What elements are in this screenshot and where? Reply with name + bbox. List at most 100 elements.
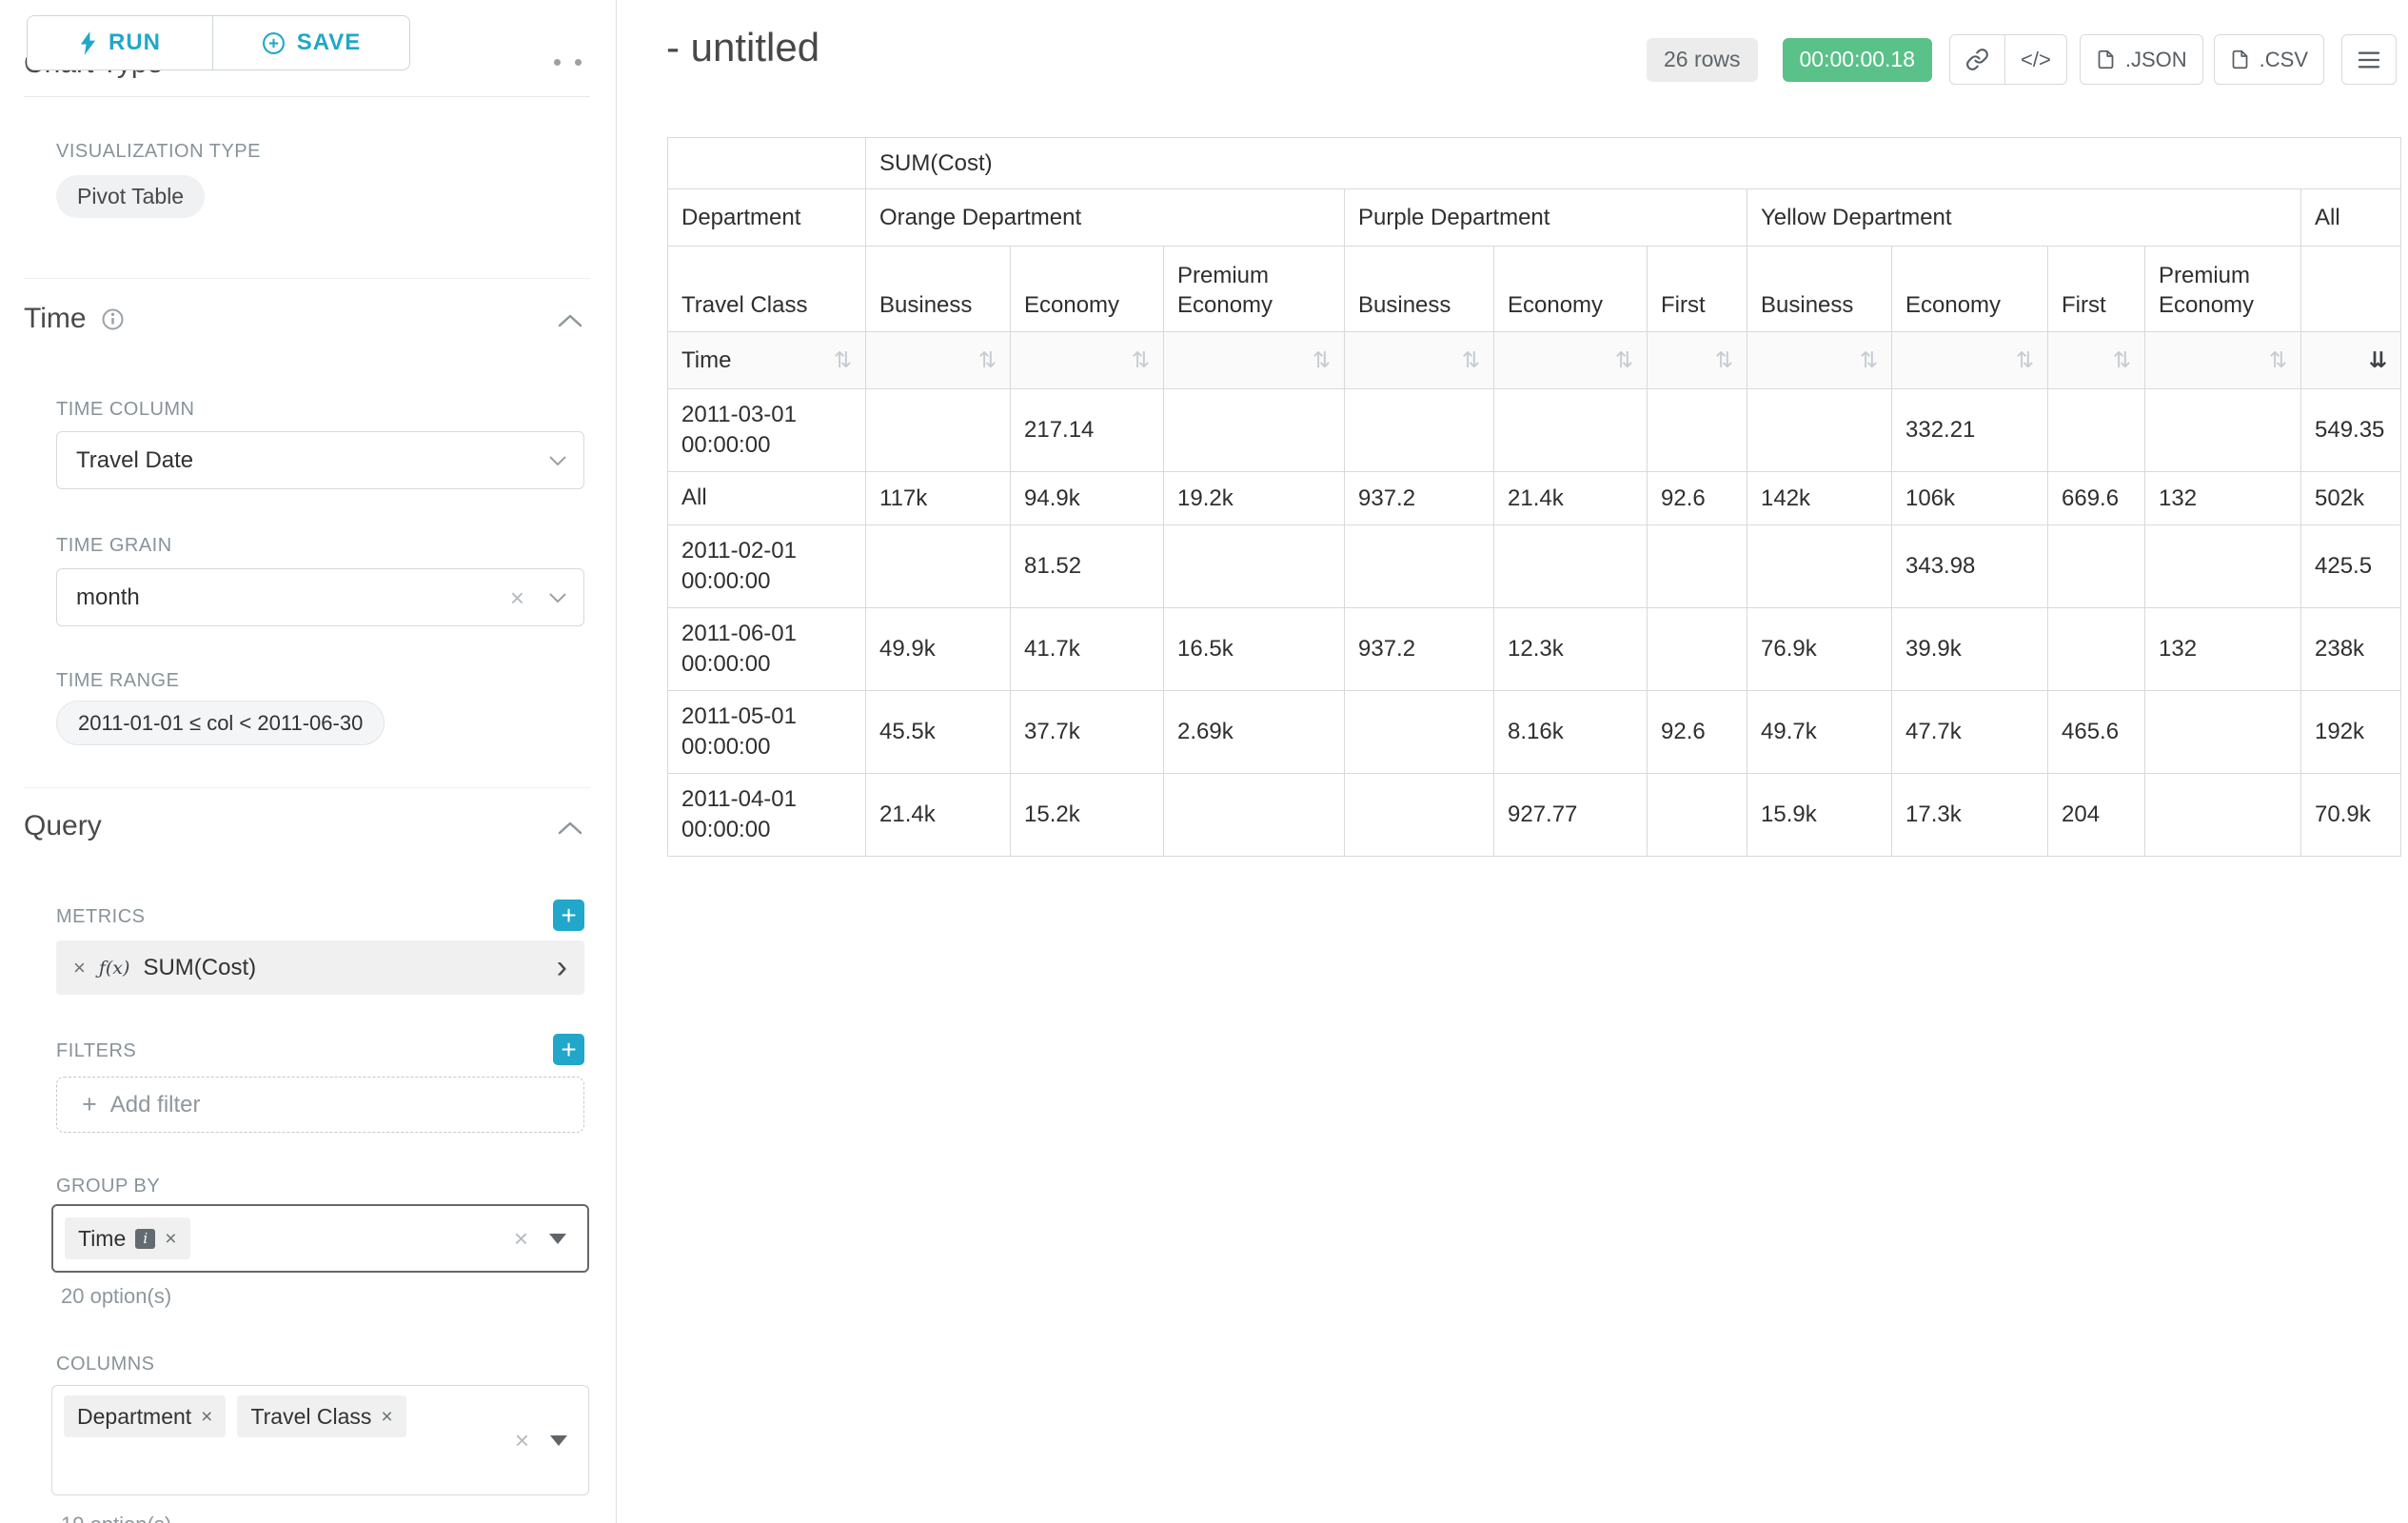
value-cell [1747,525,1892,608]
value-cell: 927.77 [1494,774,1648,857]
value-cell: 502k [2301,472,2401,525]
copy-link-button[interactable] [1949,34,2005,85]
sort-icon[interactable]: ⇅ [1715,349,1733,371]
add-filter-button[interactable]: + Add filter [56,1077,584,1133]
group-by-select[interactable]: Time i × × [51,1204,589,1273]
row-dimension-label: Time [681,347,731,374]
value-cell: 669.6 [2048,472,2145,525]
remove-tag-icon[interactable]: × [381,1407,392,1427]
sort-icon[interactable]: ⇅ [2269,349,2287,371]
value-cell: 16.5k [1164,608,1345,691]
pivot-table: SUM(Cost)DepartmentOrange DepartmentPurp… [667,137,2401,857]
time-section-header: Time [24,303,124,335]
metrics-label: METRICS [56,906,146,928]
chart-title[interactable]: - untitled [666,25,819,70]
chevron-up-icon-clipped [575,59,582,66]
column-header: Business [866,247,1011,332]
clear-icon[interactable]: × [515,1428,529,1453]
sort-icon-active[interactable]: ⇊ [2369,349,2387,371]
column-header: Economy [1494,247,1648,332]
value-cell [2048,389,2145,472]
collapse-chevron-up-icon[interactable] [558,821,582,835]
time-column-select[interactable]: Travel Date [56,431,584,489]
value-cell [1648,389,1747,472]
col-dimension-header: Department [668,189,866,247]
table-row: 2011-05-01 00:00:0045.5k37.7k2.69k8.16k9… [668,691,2401,774]
row-header: 2011-05-01 00:00:00 [668,691,866,774]
save-label: SAVE [297,30,362,56]
time-grain-value: month [76,584,140,611]
value-cell [1164,389,1345,472]
visualization-type-pill[interactable]: Pivot Table [56,175,205,218]
sort-icon[interactable]: ⇅ [1615,349,1633,371]
columns-tag[interactable]: Travel Class × [237,1395,405,1437]
remove-tag-icon[interactable]: × [165,1229,176,1249]
value-cell: 343.98 [1892,525,2048,608]
group-by-tag[interactable]: Time i × [65,1217,190,1259]
value-cell: 49.9k [866,608,1011,691]
value-cell: 204 [2048,774,2145,857]
table-row: 2011-06-01 00:00:0049.9k41.7k16.5k937.21… [668,608,2401,691]
value-cell [2145,389,2301,472]
info-badge-icon: i [135,1229,155,1249]
tag-label: Time [78,1226,126,1252]
sort-icon[interactable]: ⇅ [834,349,852,371]
run-button[interactable]: RUN [27,15,213,70]
add-filter-plus-button[interactable]: + [553,1034,584,1065]
column-group-header: Orange Department [866,189,1345,247]
columns-select[interactable]: Department × Travel Class × × [51,1385,589,1495]
value-cell: 106k [1892,472,2048,525]
chevron-down-icon [549,456,566,465]
timer-badge: 00:00:00.18 [1783,38,1933,82]
value-cell: 45.5k [866,691,1011,774]
metric-item[interactable]: × ƒ(x) SUM(Cost) › [56,940,584,995]
value-cell [2048,525,2145,608]
remove-tag-icon[interactable]: × [201,1407,212,1427]
value-cell: 465.6 [2048,691,2145,774]
column-header: Business [1345,247,1494,332]
caret-right-icon[interactable]: › [557,957,567,979]
value-cell: 117k [866,472,1011,525]
sort-icon[interactable]: ⇅ [2016,349,2034,371]
clear-icon[interactable]: × [514,1226,528,1251]
chevron-down-icon [549,593,566,603]
add-metric-button[interactable]: + [553,900,584,931]
embed-code-button[interactable]: </> [2005,34,2067,85]
chart-area: - untitled 26 rows 00:00:00.18 </> .JSON [618,0,2408,1523]
remove-metric-icon[interactable]: × [73,958,86,979]
sort-icon[interactable]: ⇅ [1860,349,1878,371]
collapse-chevron-up-icon[interactable] [558,314,582,327]
download-csv-button[interactable]: .CSV [2214,34,2324,85]
time-range-pill[interactable]: 2011-01-01 ≤ col < 2011-06-30 [56,701,385,745]
row-header: All [668,472,866,525]
value-cell: 70.9k [2301,774,2401,857]
sort-icon[interactable]: ⇅ [1132,349,1150,371]
sort-icon[interactable]: ⇅ [2113,349,2131,371]
time-section-title: Time [24,303,87,335]
value-cell [1648,525,1747,608]
value-cell: 17.3k [1892,774,2048,857]
value-cell [1345,774,1494,857]
value-cell [1494,525,1648,608]
column-groups-row: DepartmentOrange DepartmentPurple Depart… [668,189,2401,247]
value-cell: 92.6 [1648,691,1747,774]
value-cell: 937.2 [1345,472,1494,525]
menu-button[interactable] [2341,34,2397,85]
fx-icon: ƒ(x) [99,958,130,979]
save-button[interactable]: SAVE [213,15,410,70]
clear-icon[interactable]: × [510,585,524,610]
value-cell [2145,525,2301,608]
value-cell: 132 [2145,608,2301,691]
value-cell: 238k [2301,608,2401,691]
sort-icon[interactable]: ⇅ [1462,349,1480,371]
sort-icon[interactable]: ⇅ [1313,349,1331,371]
value-cell: 21.4k [866,774,1011,857]
column-header: Economy [1892,247,2048,332]
download-json-button[interactable]: .JSON [2080,34,2203,85]
divider [24,96,590,97]
value-cell [866,389,1011,472]
sort-icon[interactable]: ⇅ [978,349,997,371]
file-icon [2230,49,2250,70]
time-grain-select[interactable]: month × [56,568,584,626]
columns-tag[interactable]: Department × [64,1395,226,1437]
